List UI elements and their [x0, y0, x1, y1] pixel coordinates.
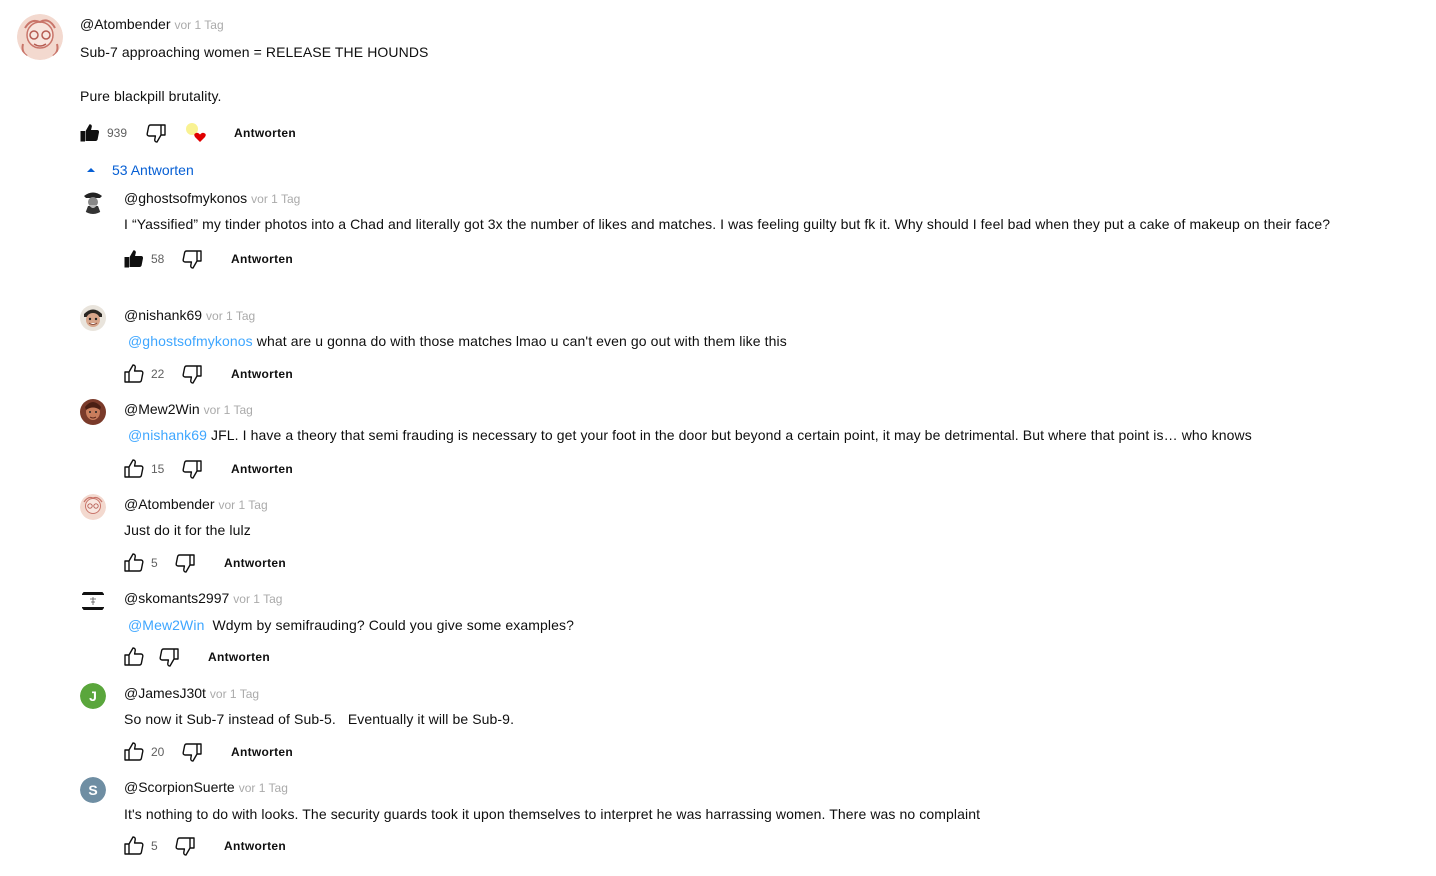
timestamp[interactable]: vor 1 Tag [204, 403, 253, 417]
avatar[interactable]: S [80, 777, 106, 803]
comment-header: @Atombender vor 1 Tag [80, 14, 1380, 35]
author-name[interactable]: @ScorpionSuerte [124, 779, 235, 795]
like-button-icon[interactable] [78, 121, 102, 145]
comment-actions: 58 Antworten [124, 247, 1364, 271]
comment-header: @nishank69 vor 1 Tag [124, 305, 1364, 326]
comment-body: what are u gonna do with those matches l… [256, 333, 787, 349]
mention-link[interactable]: @nishank69 [128, 427, 207, 443]
timestamp[interactable]: vor 1 Tag [239, 781, 288, 795]
comment-text-line1: Sub-7 approaching women = RELEASE THE HO… [80, 44, 429, 60]
like-button-icon[interactable] [122, 247, 146, 271]
like-button-icon[interactable] [122, 740, 146, 764]
comment-header: @ScorpionSuerte vor 1 Tag [124, 777, 1364, 798]
like-count: 20 [151, 745, 165, 759]
like-button-icon[interactable] [122, 645, 146, 669]
comment-actions: 939 Antworten [80, 121, 1380, 145]
comment-text: @ghostsofmykonos what are u gonna do wit… [124, 330, 1364, 352]
comment-text-line2: Pure blackpill brutality. [80, 88, 222, 104]
comment-actions: 20 Antworten [124, 740, 1364, 764]
dislike-button-icon[interactable] [173, 834, 197, 858]
reply-button[interactable]: Antworten [224, 553, 286, 573]
reply-button[interactable]: Antworten [231, 459, 293, 479]
like-count: 15 [151, 462, 165, 476]
dislike-button-icon[interactable] [157, 645, 181, 669]
comment-text: @nishank69 JFL. I have a theory that sem… [124, 424, 1364, 446]
dislike-button-icon[interactable] [144, 121, 168, 145]
like-count: 5 [151, 556, 158, 570]
like-button-icon[interactable] [122, 834, 146, 858]
comment-text: So now it Sub-7 instead of Sub-5. Eventu… [124, 711, 515, 727]
reply-button[interactable]: Antworten [208, 647, 270, 667]
dislike-button-icon[interactable] [173, 551, 197, 575]
avatar[interactable] [80, 494, 106, 520]
avatar[interactable] [80, 588, 106, 614]
comment-header: @ghostsofmykonos vor 1 Tag [124, 188, 1364, 209]
reply-button[interactable]: Antworten [231, 742, 293, 762]
reply-button[interactable]: Antworten [231, 364, 293, 384]
comment-header: @JamesJ30t vor 1 Tag [124, 683, 1364, 704]
comment-text: I “Yassified” my tinder photos into a Ch… [124, 216, 1331, 232]
replies-toggle[interactable]: 53 Antworten [84, 158, 194, 182]
replies-count-label: 53 Antworten [112, 162, 194, 178]
comment-text: Just do it for the lulz [124, 522, 251, 538]
comment-text: It's nothing to do with looks. The secur… [124, 806, 981, 822]
dislike-button-icon[interactable] [180, 247, 204, 271]
comment-body: Wdym by semifrauding? Could you give som… [212, 617, 574, 633]
comment-actions: Antworten [124, 645, 1364, 669]
author-name[interactable]: @JamesJ30t [124, 685, 206, 701]
dislike-button-icon[interactable] [180, 740, 204, 764]
comment-actions: 5 Antworten [124, 551, 1364, 575]
author-name[interactable]: @Atombender [80, 16, 170, 32]
like-count: 58 [151, 252, 165, 266]
dislike-button-icon[interactable] [180, 457, 204, 481]
avatar[interactable] [80, 305, 106, 331]
like-button-icon[interactable] [122, 457, 146, 481]
like-button-icon[interactable] [122, 362, 146, 386]
comment-actions: 15 Antworten [124, 457, 1364, 481]
reply-button[interactable]: Antworten [234, 123, 296, 143]
comment-header: @Atombender vor 1 Tag [124, 494, 1364, 515]
letter-avatar: J [80, 683, 106, 709]
author-name[interactable]: @skomants2997 [124, 590, 229, 606]
timestamp[interactable]: vor 1 Tag [218, 498, 267, 512]
author-name[interactable]: @ghostsofmykonos [124, 190, 247, 206]
dislike-button-icon[interactable] [180, 362, 204, 386]
reply-button[interactable]: Antworten [224, 836, 286, 856]
mention-link[interactable]: @ghostsofmykonos [128, 333, 253, 349]
comment-actions: 5 Antworten [124, 834, 1364, 858]
avatar[interactable] [80, 188, 106, 214]
timestamp[interactable]: vor 1 Tag [206, 309, 255, 323]
reply-button[interactable]: Antworten [231, 249, 293, 269]
comment-header: @Mew2Win vor 1 Tag [124, 399, 1364, 420]
timestamp[interactable]: vor 1 Tag [233, 592, 282, 606]
timestamp[interactable]: vor 1 Tag [251, 192, 300, 206]
author-name[interactable]: @nishank69 [124, 307, 202, 323]
comment-header: @skomants2997 vor 1 Tag [124, 588, 1364, 609]
like-count: 939 [107, 126, 128, 140]
creator-heart-icon [186, 123, 206, 142]
timestamp[interactable]: vor 1 Tag [174, 18, 223, 32]
timestamp[interactable]: vor 1 Tag [210, 687, 259, 701]
comment-text: @Mew2Win Wdym by semifrauding? Could you… [124, 614, 1364, 636]
author-name[interactable]: @Mew2Win [124, 401, 200, 417]
like-count: 5 [151, 839, 158, 853]
author-name[interactable]: @Atombender [124, 496, 214, 512]
like-count: 22 [151, 367, 165, 381]
letter-avatar: S [80, 777, 106, 803]
avatar[interactable] [80, 399, 106, 425]
mention-link[interactable]: @Mew2Win [128, 617, 204, 633]
caret-up-icon [87, 168, 95, 172]
avatar[interactable]: J [80, 683, 106, 709]
avatar[interactable] [17, 14, 63, 60]
like-button-icon[interactable] [122, 551, 146, 575]
comment-body: JFL. I have a theory that semi frauding … [211, 427, 1252, 443]
comment-actions: 22 Antworten [124, 362, 1364, 386]
